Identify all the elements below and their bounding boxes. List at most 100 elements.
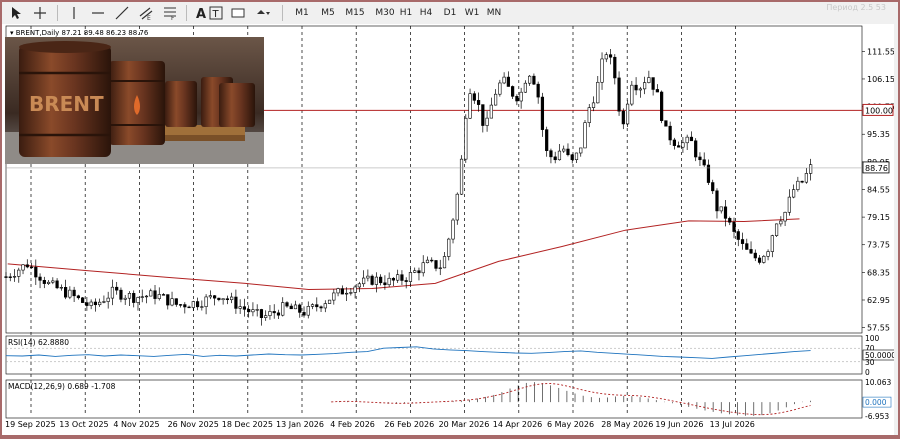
candle — [144, 295, 149, 298]
price-axis-label: 62.95 — [867, 296, 890, 305]
rectangle-icon[interactable] — [230, 5, 246, 21]
candle — [562, 148, 566, 152]
candle — [255, 309, 259, 311]
candle — [511, 86, 515, 97]
candle — [498, 82, 502, 95]
candle — [630, 84, 634, 105]
text-tool-icon[interactable]: A — [192, 5, 208, 22]
candle — [247, 309, 251, 313]
candle — [451, 219, 455, 240]
barrel-text: BRENT — [29, 92, 104, 116]
candle — [434, 260, 438, 269]
candle — [753, 252, 757, 259]
price-axis-label: 106.15 — [867, 75, 894, 84]
candle — [591, 102, 596, 108]
candle — [732, 221, 736, 232]
date-axis-label: 19 Jun 2026 — [655, 420, 703, 429]
vertical-line-icon[interactable] — [66, 5, 82, 21]
candle — [72, 289, 76, 297]
candle — [302, 312, 306, 316]
candle — [25, 264, 29, 268]
candle — [166, 294, 170, 306]
price-axis-label: 57.55 — [867, 324, 890, 333]
crosshair-icon[interactable] — [32, 5, 48, 21]
shapes-dropdown-icon[interactable] — [254, 5, 270, 21]
candle — [370, 275, 374, 285]
candle — [540, 96, 545, 130]
candle — [702, 159, 706, 166]
candle — [672, 139, 677, 146]
timeframe-m30-button[interactable]: M30 — [372, 5, 398, 21]
timeframe-h1-button[interactable]: H1 — [396, 5, 416, 21]
candle — [230, 296, 234, 301]
symbol-info: ▾ BRENT,Daily 87.21 89.48 86.23 88.76 — [10, 29, 149, 37]
trendline-icon[interactable] — [114, 5, 130, 21]
candle — [123, 297, 127, 300]
candle — [238, 306, 242, 309]
date-axis-label: 4 Feb 2026 — [330, 420, 375, 429]
candle — [119, 289, 123, 300]
candle — [153, 290, 157, 299]
candle — [587, 107, 591, 123]
candle — [191, 301, 195, 308]
toolbar: E F A T M1 M5 M15 M30 H1 H4 D1 W1 MN Период 2.5 … — [2, 2, 894, 25]
candle — [723, 206, 728, 219]
candle — [464, 117, 468, 160]
timeframe-m15-button[interactable]: M15 — [342, 5, 368, 21]
svg-text:F: F — [171, 15, 175, 21]
timeframe-h4-button[interactable]: H4 — [416, 5, 436, 21]
candle — [289, 305, 293, 310]
candle — [102, 301, 106, 303]
candle — [472, 93, 476, 101]
timeframe-m5-button[interactable]: M5 — [318, 5, 338, 21]
macd-signal-line — [331, 383, 811, 416]
candle — [736, 231, 740, 240]
candle — [583, 122, 587, 149]
horizontal-line-icon[interactable] — [90, 5, 106, 21]
text-label-icon[interactable]: T — [208, 5, 224, 21]
candle — [677, 145, 681, 148]
candle — [783, 211, 787, 222]
candle — [178, 304, 183, 306]
date-axis-label: 13 Oct 2025 — [59, 420, 108, 429]
candle — [706, 164, 711, 183]
candle — [293, 304, 298, 310]
candle — [651, 77, 655, 90]
candle — [281, 302, 285, 316]
fibonacci-icon[interactable]: F — [162, 5, 178, 22]
candle — [268, 311, 272, 316]
timeframe-m1-button[interactable]: M1 — [292, 5, 312, 21]
candle — [234, 296, 238, 309]
candle — [604, 54, 608, 60]
current-price-label: 88.76 — [865, 164, 888, 173]
candle — [310, 304, 315, 307]
candle — [157, 294, 161, 299]
candle — [536, 83, 540, 98]
timeframe-mn-button[interactable]: MN — [484, 5, 504, 21]
cursor-icon[interactable] — [8, 5, 24, 21]
candle — [136, 297, 140, 303]
candle — [149, 290, 153, 297]
candle — [89, 301, 93, 306]
candle — [740, 239, 745, 244]
timeframe-d1-button[interactable]: D1 — [440, 5, 460, 21]
date-axis-label: 18 Dec 2025 — [222, 420, 273, 429]
candle — [481, 104, 485, 126]
timeframe-w1-button[interactable]: W1 — [462, 5, 482, 21]
candle — [204, 296, 208, 307]
level-price-label: 100.00 — [865, 106, 893, 115]
candle — [115, 286, 119, 291]
channel-icon[interactable]: E — [138, 5, 154, 22]
candle — [183, 304, 187, 308]
candle — [46, 281, 51, 284]
candle — [64, 287, 68, 298]
candle — [404, 280, 408, 282]
candle — [613, 56, 617, 79]
candle — [315, 304, 319, 308]
candle — [643, 82, 647, 90]
candle — [425, 259, 430, 264]
candle — [396, 274, 400, 281]
candle — [251, 309, 255, 313]
candle — [715, 190, 719, 212]
candle — [59, 287, 63, 289]
